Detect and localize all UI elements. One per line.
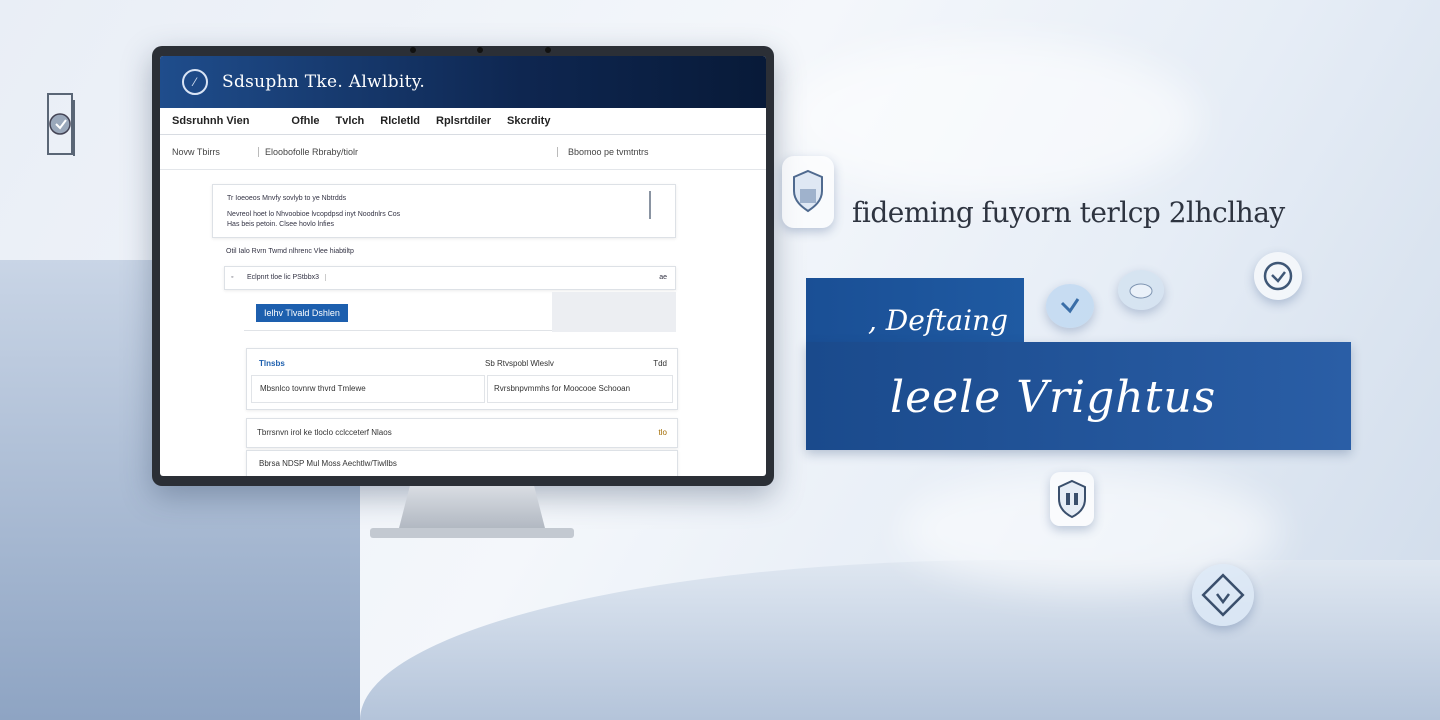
table-cell: Mbsnlco tovnrw thvrd Tmlewe	[260, 384, 366, 393]
background-cloud	[780, 40, 1200, 200]
tab-office[interactable]: Ofhle	[291, 115, 319, 127]
app-title: Sdsuphn Tke. Alwlbity.	[222, 72, 426, 92]
filter-bar: Novw Tbirrs Eloobofolle Rbraby/tiolr Bbo…	[160, 135, 766, 170]
search-action[interactable]: ae	[659, 274, 667, 281]
shield-check-icon	[1046, 284, 1094, 328]
section-label: Otil Ialo Rvrn Twmd nlhrenc Vlee hiabtil…	[226, 248, 354, 255]
monitor: ⁄ Sdsuphn Tke. Alwlbity. Sdsruhnh Vien O…	[152, 46, 774, 486]
info-card: Tr Ioeoeos Mnvfy sovlyb to ye Nbtrdds Ne…	[212, 184, 676, 238]
info-line: Has beis petoin. Clsee hovlo lnfies	[227, 221, 335, 228]
search-input[interactable]: Eclpnrt tloe lic PStbbx3	[247, 274, 326, 281]
shield-document-icon	[44, 90, 86, 162]
list-item[interactable]: Tbrrsnvn irol ke tloclo cclcceterf Nlaos…	[246, 418, 678, 448]
table-header-mid: Sb Rtvspobl Wleslv	[485, 359, 554, 368]
hero-headline: fideming fuyorn terlcp 2lhclhay	[852, 196, 1285, 229]
hero-script-top: , Deftaing	[868, 304, 1009, 337]
filter-right[interactable]: Bbomoo pe tvmtntrs	[557, 147, 649, 157]
primary-action-button[interactable]: Ielhv Tlvald Dshlen	[256, 304, 348, 322]
tab-related[interactable]: Rlcletld	[380, 115, 420, 127]
lock-diamond-icon	[1192, 564, 1254, 626]
camera-dot	[545, 47, 551, 53]
data-table: Tlnsbs Sb Rtvspobl Wleslv Tdd Mbsnlco to…	[246, 348, 678, 410]
compass-icon: ⁄	[182, 69, 208, 95]
tab-tech[interactable]: Tvlch	[336, 115, 365, 127]
table-header-left: Tlnsbs	[259, 359, 285, 368]
list-item[interactable]: Bbrsa NDSP Mul Moss Aechtlw/Tiwllbs	[246, 450, 678, 476]
security-badge-icon	[1050, 472, 1094, 526]
camera-dot	[477, 47, 483, 53]
table-header-right: Tdd	[653, 359, 667, 368]
scroll-indicator-icon	[649, 191, 657, 219]
info-line: Nevreol hoet lo Nhvoobioe lvcopdpsd inyt…	[227, 211, 401, 218]
search-row: ◦ Eclpnrt tloe lic PStbbx3 ae	[224, 266, 676, 290]
list-item-label: Tbrrsnvn irol ke tloclo cclcceterf Nlaos	[257, 428, 392, 437]
tab-reporter[interactable]: Rplsrtdiler	[436, 115, 491, 127]
background-wave	[360, 560, 1440, 720]
action-area: Ielhv Tlvald Dshlen	[244, 292, 554, 331]
info-line: Tr Ioeoeos Mnvfy sovlyb to ye Nbtrdds	[227, 195, 347, 202]
hero-script-main: leele Vrightus	[890, 372, 1217, 423]
table-row[interactable]: Rvrsbnpvmmhs for Moocooe Schooan	[487, 375, 673, 403]
cloud-shield-icon	[1118, 270, 1164, 310]
camera-dot	[410, 47, 416, 53]
list-item-meta: tlo	[658, 428, 667, 437]
table-row[interactable]: Mbsnlco tovnrw thvrd Tmlewe	[251, 375, 485, 403]
monitor-base	[370, 528, 574, 538]
tab-overview[interactable]: Sdsruhnh Vien	[172, 115, 249, 127]
search-icon: ◦	[231, 274, 234, 281]
filter-left[interactable]: Novw Tbirrs	[172, 147, 252, 157]
shield-icon	[1254, 252, 1302, 300]
monitor-stand	[398, 486, 546, 532]
document-shield-icon	[782, 156, 834, 228]
monitor-screen: ⁄ Sdsuphn Tke. Alwlbity. Sdsruhnh Vien O…	[160, 56, 766, 476]
table-cell: Rvrsbnpvmmhs for Moocooe Schooan	[494, 384, 631, 393]
app-header: ⁄ Sdsuphn Tke. Alwlbity.	[160, 56, 766, 108]
side-panel	[552, 292, 676, 332]
tab-security[interactable]: Skcrdity	[507, 115, 550, 127]
tab-bar: Sdsruhnh Vien Ofhle Tvlch Rlcletld Rplsr…	[160, 108, 766, 135]
list-item-label: Bbrsa NDSP Mul Moss Aechtlw/Tiwllbs	[259, 459, 397, 468]
filter-middle[interactable]: Eloobofolle Rbraby/tiolr	[258, 147, 555, 157]
